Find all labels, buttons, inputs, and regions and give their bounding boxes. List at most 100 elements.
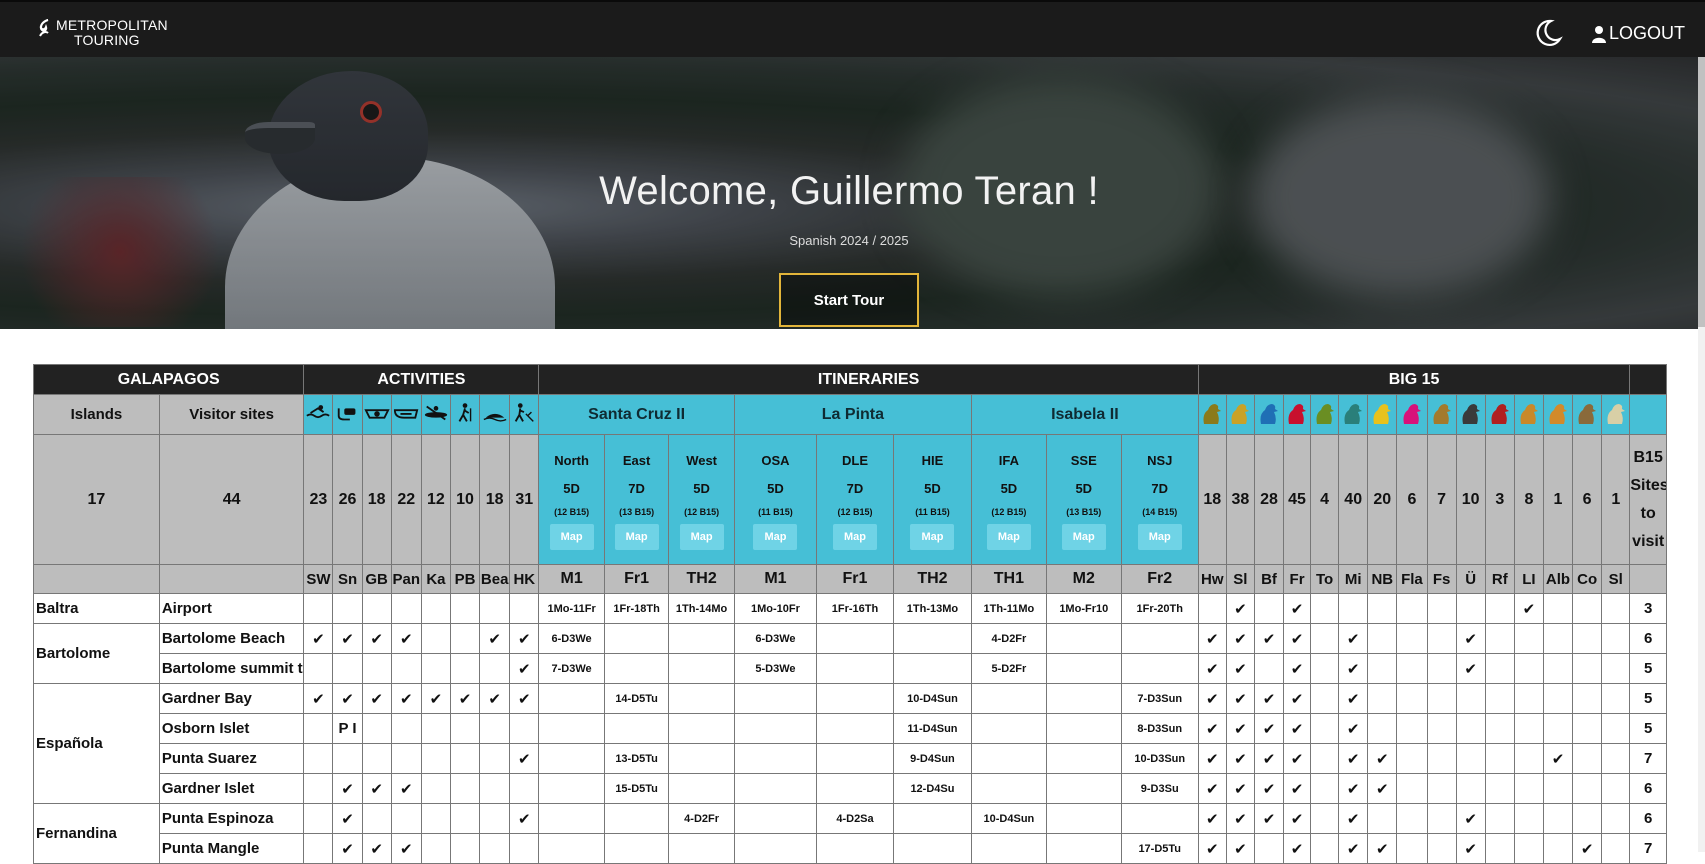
itinerary-map-button[interactable]: Map: [1137, 524, 1182, 550]
big15-cell: ✔: [1283, 623, 1312, 654]
itinerary-card: NSJ 7D (14 B15) Map: [1120, 434, 1199, 565]
itinerary-map-button[interactable]: Map: [910, 524, 955, 550]
logout-button[interactable]: LOGOUT: [1592, 23, 1685, 44]
itinerary-code: Fr1: [816, 564, 894, 594]
itinerary-name: DLE: [841, 453, 868, 468]
big15-cell: [1513, 743, 1544, 774]
itinerary-map-button[interactable]: Map: [986, 524, 1031, 550]
big15-cell: ✔: [1225, 683, 1255, 714]
activity-cell: ✔: [509, 683, 540, 714]
itinerary-day-cell: [733, 803, 818, 834]
visitor-site-name[interactable]: Airport: [158, 593, 305, 624]
itinerary-day-cell: [538, 773, 605, 804]
visitor-site-name[interactable]: Gardner Bay: [158, 683, 305, 714]
big15-cell: [1572, 713, 1603, 744]
visitor-site-name[interactable]: Bartolome Beach: [158, 623, 305, 654]
scrollbar-thumb[interactable]: [1698, 57, 1705, 327]
itinerary-day-cell: 15-D5Tu: [603, 773, 670, 804]
big15-cell: [1426, 803, 1457, 834]
itinerary-day-cell: 8-D3Sun: [1120, 713, 1199, 744]
itinerary-map-button[interactable]: Map: [679, 524, 724, 550]
big15-cell: [1513, 623, 1544, 654]
page-scrollbar[interactable]: [1698, 57, 1705, 852]
metropolitan-touring-logo[interactable]: METROPOLITAN TOURING: [36, 18, 168, 48]
big15-cell: [1601, 713, 1631, 744]
visitor-sites-column-header: Visitor sites: [158, 394, 305, 435]
itinerary-map-button[interactable]: Map: [753, 524, 798, 550]
visitor-site-name[interactable]: Osborn Islet: [158, 713, 305, 744]
activity-cell: ✔: [332, 623, 363, 654]
itinerary-day-cell: [668, 743, 735, 774]
itinerary-days: 7D: [1151, 481, 1169, 496]
table-row[interactable]: Bartolome Bartolome Beach ✔ ✔ ✔ ✔ ✔ ✔ 6-D3We 6-D3…: [33, 623, 1667, 684]
itinerary-day-cell: 9-D3Su: [1120, 773, 1199, 804]
big15-code: Fs: [1426, 564, 1457, 594]
big15-header-4: [1310, 394, 1340, 435]
itinerary-day-cell: 1Th-11Mo: [970, 593, 1047, 624]
table-row[interactable]: Osborn Islet P I 11-D4Sun 8-D3Sun ✔ ✔ ✔ ✔ ✔ 5: [34, 713, 1667, 744]
visitor-site-name[interactable]: Punta Mangle: [158, 833, 305, 864]
itinerary-day-cell: 1Mo-11Fr: [538, 593, 605, 624]
itinerary-b15-count: (13 B15): [1066, 507, 1102, 517]
start-tour-button[interactable]: Start Tour: [779, 273, 919, 327]
table-row[interactable]: Gardner Islet ✔ ✔ ✔ 15-D5Tu 12-D4Su 9-D3Su ✔ ✔ ✔ ✔…: [34, 773, 1667, 804]
itinerary-days: 5D: [924, 481, 941, 496]
activity-count-ka: 12: [420, 434, 451, 565]
itinerary-map-button[interactable]: Map: [549, 524, 594, 550]
itinerary-code: TH2: [892, 564, 972, 594]
big15-code: Hw: [1197, 564, 1227, 594]
itinerary-code: TH1: [970, 564, 1047, 594]
itinerary-day-cell: [816, 743, 894, 774]
itinerary-name: OSA: [761, 453, 790, 468]
big15-cell: [1572, 593, 1603, 624]
big15-cell: ✔: [1253, 623, 1285, 654]
big15-cell: [1572, 683, 1603, 714]
table-row[interactable]: Española Gardner Bay ✔ ✔ ✔ ✔ ✔ ✔ ✔ ✔ 14-D5Tu 10-D4S…: [33, 683, 1667, 804]
big15-cell: [1572, 773, 1603, 804]
big15-cell: ✔: [1283, 773, 1312, 804]
big15-cell: [1310, 683, 1340, 714]
itinerary-code: Fr2: [1120, 564, 1199, 594]
itinerary-map-button[interactable]: Map: [1061, 524, 1106, 550]
itinerary-map-button[interactable]: Map: [832, 524, 877, 550]
big15-cell: ✔: [1455, 653, 1486, 684]
b15-sites-to-visit-header: B15 Sites to visit: [1629, 434, 1667, 565]
activity-count-pb: 10: [449, 434, 481, 565]
visitor-site-name[interactable]: Gardner Islet: [158, 773, 305, 804]
big15-header-13: [1572, 394, 1603, 435]
visitor-site-name[interactable]: Punta Espinoza: [158, 803, 305, 834]
table-row[interactable]: Bartolome summit trail✔7-D3We5-D3We5-D2F…: [34, 653, 1667, 684]
itinerary-map-button[interactable]: Map: [614, 524, 659, 550]
activity-code: Bea: [479, 564, 511, 594]
big15-cell: [1310, 713, 1340, 744]
table-row[interactable]: Baltra Airport 1Mo-11Fr 1Fr-18Th 1Th-14Mo 1Mo…: [33, 593, 1667, 624]
big15-code: LI: [1513, 564, 1544, 594]
itinerary-code: Fr1: [603, 564, 670, 594]
big15-code: To: [1310, 564, 1340, 594]
visitor-site-name[interactable]: Punta Suarez: [158, 743, 305, 774]
itinerary-b15-count: (11 B15): [758, 507, 793, 517]
big15-cell: [1601, 623, 1631, 654]
welcome-title: Welcome, Guillermo Teran !: [599, 169, 1099, 213]
activity-cell: [479, 593, 511, 624]
tortoise-icon: [1313, 400, 1337, 429]
big15-cell: ✔: [1225, 773, 1255, 804]
activity-cell: [479, 773, 511, 804]
activity-cell: ✔: [479, 623, 511, 654]
table-row[interactable]: Fernandina Punta Espinoza ✔ ✔ 4-D2Fr 4-D2Sa 10…: [33, 803, 1667, 864]
b15-total-cell: 6: [1629, 803, 1667, 834]
big15-cell: [1601, 833, 1631, 864]
group-header-activities: ACTIVITIES: [303, 364, 540, 395]
big15-cell: [1484, 623, 1515, 654]
table-row[interactable]: Punta Mangle ✔ ✔ ✔ 17-D5Tu ✔ ✔ ✔ ✔ ✔ ✔ ✔ 7: [34, 833, 1667, 864]
itinerary-code: TH2: [668, 564, 735, 594]
activity-cell: [420, 833, 451, 864]
activity-count-hk: 31: [509, 434, 540, 565]
visitor-site-name[interactable]: Bartolome summit trail: [158, 653, 305, 684]
table-row[interactable]: Punta Suarez ✔ 13-D5Tu 9-D4Sun 10-D3Sun ✔ ✔ ✔ ✔ ✔…: [34, 743, 1667, 774]
itinerary-day-cell: [1120, 803, 1199, 834]
itinerary-days: 5D: [1075, 481, 1093, 496]
sea-lion-icon: [1228, 400, 1252, 429]
big15-cell: [1310, 833, 1340, 864]
dark-mode-moon-icon[interactable]: [1533, 18, 1563, 48]
